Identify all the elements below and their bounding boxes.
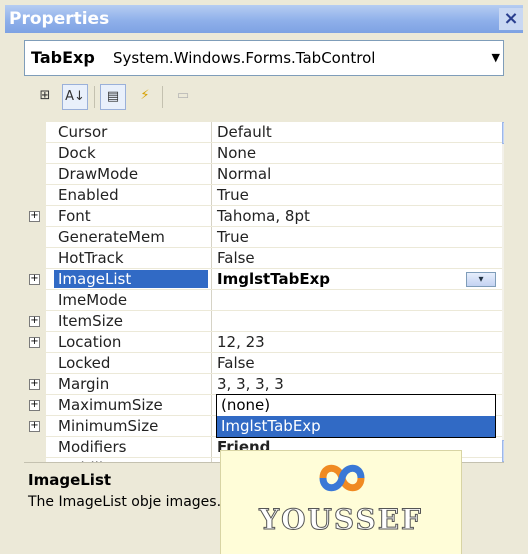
property-value[interactable]: True bbox=[217, 186, 249, 204]
row-margin bbox=[24, 437, 46, 458]
properties-window: Properties × TabExp System.Windows.Forms… bbox=[0, 0, 528, 554]
property-value[interactable]: None bbox=[217, 144, 256, 162]
property-row-imemode[interactable]: ImeMode bbox=[24, 290, 502, 311]
row-margin: + bbox=[24, 374, 46, 395]
row-margin: + bbox=[24, 416, 46, 437]
property-name[interactable]: ItemSize bbox=[58, 312, 208, 330]
close-button[interactable]: × bbox=[499, 8, 523, 30]
property-row-dock[interactable]: Dock None bbox=[24, 143, 502, 164]
property-name[interactable]: Modifiers bbox=[58, 438, 208, 456]
property-pages-icon[interactable]: ▭ bbox=[170, 84, 196, 110]
watermark-logo: YOUSSEF bbox=[220, 450, 462, 554]
property-row-drawmode[interactable]: DrawMode Normal bbox=[24, 164, 502, 185]
property-row-imagelist[interactable]: + ImageList ImglstTabExp ▾ bbox=[24, 269, 502, 290]
property-name[interactable]: ImeMode bbox=[58, 291, 208, 309]
description-title: ImageList bbox=[28, 471, 112, 489]
property-value[interactable]: Default bbox=[217, 123, 272, 141]
object-type: System.Windows.Forms.TabControl bbox=[113, 49, 376, 67]
expand-icon[interactable]: + bbox=[29, 400, 40, 411]
title-bar: Properties × bbox=[5, 5, 523, 33]
row-margin: + bbox=[24, 269, 46, 290]
property-name[interactable]: Location bbox=[58, 333, 208, 351]
property-name[interactable]: HotTrack bbox=[58, 249, 208, 267]
watermark-text: YOUSSEF bbox=[259, 503, 423, 537]
expand-icon[interactable]: + bbox=[29, 274, 40, 285]
property-row-locked[interactable]: Locked False bbox=[24, 353, 502, 374]
property-name[interactable]: Cursor bbox=[58, 123, 208, 141]
property-value[interactable]: False bbox=[217, 354, 255, 372]
row-margin bbox=[24, 290, 46, 311]
row-margin bbox=[24, 164, 46, 185]
expand-icon[interactable]: + bbox=[29, 337, 40, 348]
alphabetical-icon[interactable]: A↓ bbox=[62, 84, 88, 110]
events-icon[interactable]: ⚡ bbox=[132, 84, 158, 110]
row-margin bbox=[24, 185, 46, 206]
dropdown-option-imglsttabexp[interactable]: ImglstTabExp bbox=[217, 416, 495, 437]
categorized-icon[interactable]: ⊞ bbox=[32, 84, 58, 110]
property-value[interactable]: Tahoma, 8pt bbox=[217, 207, 310, 225]
dropdown-button[interactable]: ▾ bbox=[466, 272, 496, 287]
toolbar-separator bbox=[94, 86, 95, 108]
object-selector[interactable]: TabExp System.Windows.Forms.TabControl ▼ bbox=[24, 40, 504, 76]
property-row-cursor[interactable]: Cursor Default bbox=[24, 122, 502, 143]
chevron-down-icon[interactable]: ▼ bbox=[492, 51, 500, 64]
property-value[interactable]: False bbox=[217, 249, 255, 267]
row-margin: + bbox=[24, 206, 46, 227]
property-name[interactable]: MaximumSize bbox=[58, 396, 208, 414]
row-margin bbox=[24, 227, 46, 248]
property-name[interactable]: Font bbox=[58, 207, 208, 225]
expand-icon[interactable]: + bbox=[29, 421, 40, 432]
property-name[interactable]: MinimumSize bbox=[58, 417, 208, 435]
row-margin: + bbox=[24, 395, 46, 416]
row-margin bbox=[24, 122, 46, 143]
property-name[interactable]: GenerateMem bbox=[58, 228, 208, 246]
property-name[interactable]: Enabled bbox=[58, 186, 208, 204]
property-row-margin[interactable]: + Margin 3, 3, 3, 3 bbox=[24, 374, 502, 395]
property-row-generatemem[interactable]: GenerateMem True bbox=[24, 227, 502, 248]
row-margin bbox=[24, 353, 46, 374]
property-name[interactable]: DrawMode bbox=[58, 165, 208, 183]
properties-toolbar: ⊞ A↓ ▤ ⚡ ▭ bbox=[24, 80, 504, 120]
property-value[interactable]: True bbox=[217, 228, 249, 246]
property-name[interactable]: Locked bbox=[58, 354, 208, 372]
window-title: Properties bbox=[9, 9, 110, 29]
row-margin bbox=[24, 248, 46, 269]
property-row-font[interactable]: + Font Tahoma, 8pt bbox=[24, 206, 502, 227]
property-value[interactable]: 12, 23 bbox=[217, 333, 265, 351]
object-name: TabExp bbox=[31, 48, 95, 67]
row-margin: + bbox=[24, 332, 46, 353]
dropdown-option-none[interactable]: (none) bbox=[217, 395, 495, 416]
property-name[interactable]: Dock bbox=[58, 144, 208, 162]
properties-icon[interactable]: ▤ bbox=[100, 84, 126, 110]
toolbar-separator bbox=[162, 86, 163, 108]
property-name[interactable]: Margin bbox=[58, 375, 208, 393]
property-name[interactable]: ImageList bbox=[54, 270, 208, 288]
expand-icon[interactable]: + bbox=[29, 379, 40, 390]
row-margin: + bbox=[24, 311, 46, 332]
description-text: The ImageList obje images. bbox=[28, 494, 222, 510]
row-margin bbox=[24, 143, 46, 164]
logo-icon bbox=[319, 464, 365, 492]
expand-icon[interactable]: + bbox=[29, 316, 40, 327]
imagelist-dropdown-list: (none) ImglstTabExp bbox=[216, 394, 496, 438]
property-row-itemsize[interactable]: + ItemSize bbox=[24, 311, 502, 332]
property-value[interactable]: ImglstTabExp bbox=[217, 270, 330, 288]
property-value[interactable]: Normal bbox=[217, 165, 271, 183]
expand-icon[interactable]: + bbox=[29, 211, 40, 222]
property-row-enabled[interactable]: Enabled True bbox=[24, 185, 502, 206]
property-row-location[interactable]: + Location 12, 23 bbox=[24, 332, 502, 353]
property-value[interactable]: 3, 3, 3, 3 bbox=[217, 375, 284, 393]
property-row-hottrack[interactable]: HotTrack False bbox=[24, 248, 502, 269]
window-right-edge bbox=[504, 120, 528, 554]
